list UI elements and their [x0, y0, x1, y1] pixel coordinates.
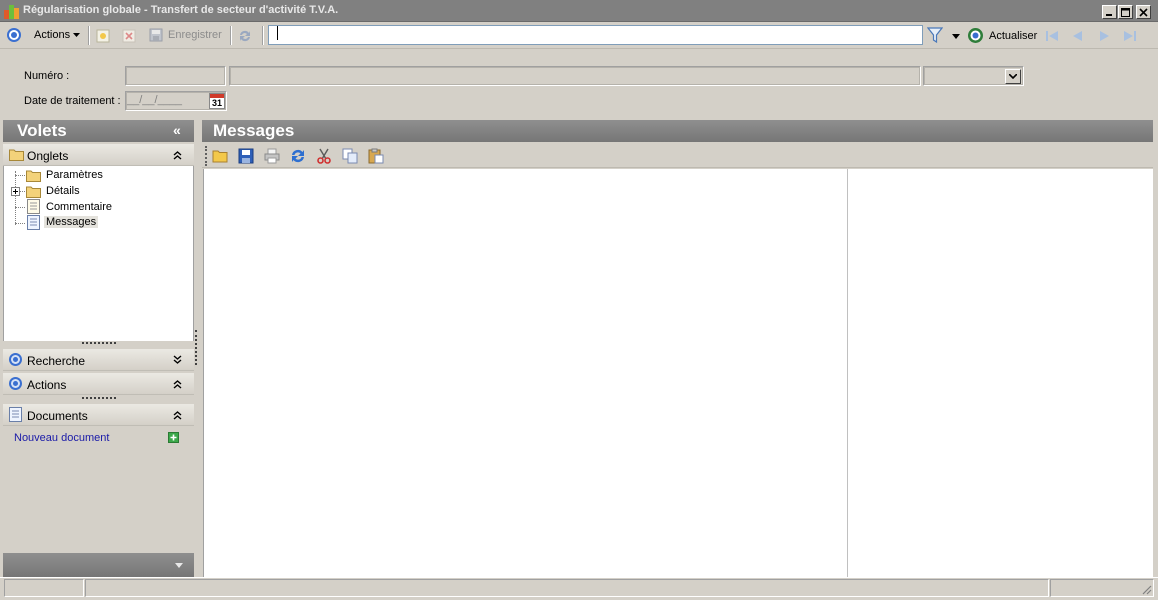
collapse-up-icon[interactable]: [173, 380, 182, 389]
next-record-icon[interactable]: [1096, 28, 1112, 44]
messages-header: [202, 120, 1153, 142]
minimize-icon: [1106, 13, 1112, 16]
resize-grip-icon[interactable]: [1140, 583, 1152, 595]
refresh-icon: [968, 28, 983, 43]
paste-icon[interactable]: [368, 148, 384, 164]
date-value: __/__/____: [127, 94, 183, 106]
title-bar: Régularisation globale - Transfert de se…: [0, 0, 1158, 22]
resize-grip[interactable]: [82, 397, 116, 400]
collapse-up-icon[interactable]: [173, 411, 182, 420]
actions-menu-label: Actions: [34, 29, 71, 41]
expand-down-icon[interactable]: [173, 355, 182, 364]
search-input[interactable]: [269, 26, 922, 44]
date-label: Date de traitement :: [24, 95, 121, 107]
last-record-icon[interactable]: [1122, 28, 1138, 44]
save-icon: [149, 28, 163, 42]
filter-dropdown-arrow-icon[interactable]: [952, 34, 960, 39]
open-folder-icon[interactable]: [212, 148, 228, 164]
actions-section-label: Actions: [27, 378, 67, 392]
volets-footer: [3, 553, 194, 577]
maximize-icon: [1121, 7, 1130, 17]
sync-icon[interactable]: [237, 28, 253, 44]
plus-icon: [13, 189, 18, 194]
toolbar-grip: [205, 146, 207, 166]
toolbar-separator: [262, 26, 264, 45]
print-icon[interactable]: [264, 148, 280, 164]
close-button[interactable]: [1136, 5, 1151, 19]
messages-list-pane[interactable]: [203, 169, 847, 577]
numero-select[interactable]: [923, 66, 1024, 86]
search-field[interactable]: [268, 25, 923, 45]
folder-icon: [26, 186, 41, 198]
document-icon: [9, 407, 22, 422]
actions-circle-icon: [9, 377, 22, 390]
save-button[interactable]: Enregistrer: [148, 27, 222, 43]
document-icon: [27, 199, 40, 214]
collapse-up-icon[interactable]: [173, 151, 182, 160]
collapse-panel-button[interactable]: «: [173, 122, 181, 138]
expand-toggle[interactable]: [11, 187, 20, 196]
select-dropdown-button[interactable]: [1005, 69, 1021, 84]
save-label: Enregistrer: [168, 29, 222, 41]
document-icon: [27, 215, 40, 230]
volets-title: Volets: [17, 121, 67, 140]
refresh-button[interactable]: Actualiser: [967, 27, 1037, 44]
tree-item-details[interactable]: Détails: [46, 185, 80, 197]
calendar-day: 31: [211, 98, 222, 108]
maximize-button[interactable]: [1118, 5, 1133, 19]
close-icon: [1139, 7, 1148, 17]
calendar-button[interactable]: 31: [209, 93, 225, 109]
window-title: Régularisation globale - Transfert de se…: [23, 4, 339, 16]
navigation-circle-icon[interactable]: [6, 27, 22, 43]
add-icon[interactable]: [168, 432, 179, 443]
status-cell: [85, 579, 1049, 597]
sync-icon[interactable]: [290, 148, 306, 164]
resize-grip[interactable]: [82, 342, 116, 345]
folder-icon: [9, 149, 24, 161]
chevron-down-icon: [1009, 74, 1017, 79]
filter-icon[interactable]: [927, 27, 943, 44]
previous-record-icon[interactable]: [1070, 28, 1086, 44]
numero-description-field[interactable]: [229, 66, 921, 86]
chevron-down-icon[interactable]: [175, 563, 183, 568]
toolbar-separator: [230, 26, 232, 45]
tree-line: [15, 223, 25, 224]
message-detail-pane[interactable]: [847, 169, 1153, 577]
text-caret: [277, 26, 278, 40]
cut-icon[interactable]: [316, 148, 332, 164]
actions-menu-button[interactable]: Actions: [34, 29, 81, 41]
copy-icon[interactable]: [342, 148, 358, 164]
tree-item-messages[interactable]: Messages: [44, 216, 99, 228]
toolbar-separator: [88, 26, 90, 45]
recherche-label: Recherche: [27, 354, 86, 368]
app-icon: [4, 5, 19, 19]
tree-item-commentaire[interactable]: Commentaire: [46, 201, 112, 213]
refresh-label: Actualiser: [989, 29, 1038, 42]
numero-label: Numéro :: [24, 70, 70, 82]
messages-title: Messages: [213, 121, 295, 140]
new-record-icon[interactable]: [95, 28, 111, 44]
documents-label: Documents: [27, 409, 88, 423]
minimize-button[interactable]: [1102, 5, 1117, 19]
save-disk-icon[interactable]: [238, 148, 254, 164]
dropdown-arrow-icon: [73, 33, 81, 37]
tree-line: [20, 191, 25, 192]
tree-line: [15, 171, 16, 225]
tree-line: [15, 175, 25, 176]
delete-record-icon[interactable]: [121, 28, 137, 44]
folder-icon: [26, 170, 41, 182]
numero-field[interactable]: [125, 66, 226, 86]
tree-line: [15, 207, 25, 208]
new-document-link[interactable]: Nouveau document: [14, 432, 109, 444]
status-cell: [1050, 579, 1154, 597]
first-record-icon[interactable]: [1044, 28, 1060, 44]
status-cell: [4, 579, 84, 597]
panel-splitter[interactable]: [195, 330, 197, 365]
tree-item-parametres[interactable]: Paramètres: [46, 169, 103, 181]
onglets-label: Onglets: [27, 149, 69, 163]
search-circle-icon: [9, 353, 22, 366]
